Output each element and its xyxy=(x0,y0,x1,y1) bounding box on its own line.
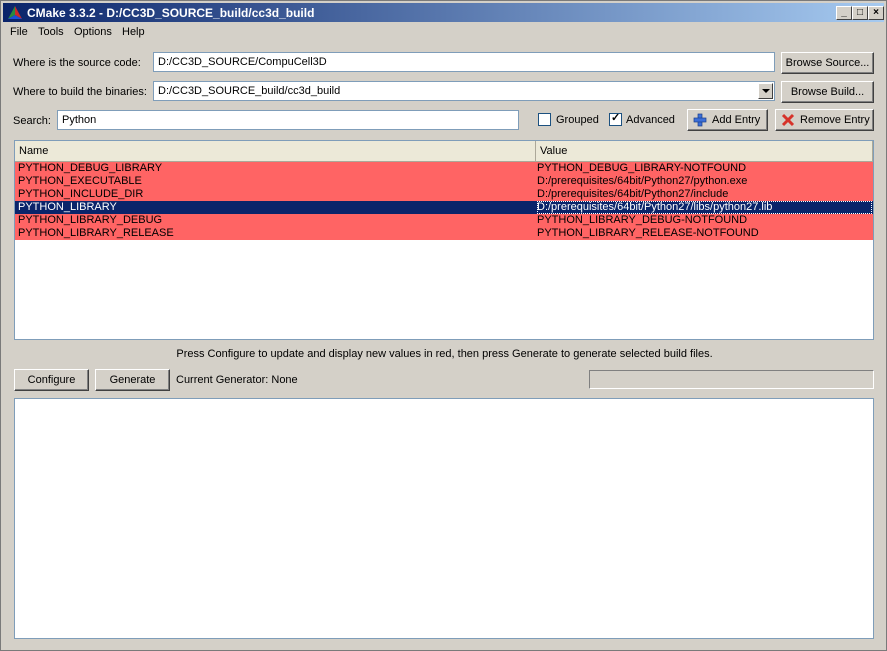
minimize-button[interactable]: _ xyxy=(836,6,852,20)
table-row[interactable]: PYTHON_INCLUDE_DIR D:/prerequisites/64bit… xyxy=(15,188,873,201)
configure-hint: Press Configure to update and display ne… xyxy=(176,348,713,360)
column-header-value[interactable]: Value xyxy=(536,141,873,161)
cell-name: PYTHON_INCLUDE_DIR xyxy=(18,188,144,200)
cell-value[interactable]: D:/prerequisites/64bit/Python27/libs/pyt… xyxy=(537,201,873,214)
cell-value[interactable]: PYTHON_LIBRARY_DEBUG-NOTFOUND xyxy=(537,214,747,227)
add-entry-label: Add Entry xyxy=(712,114,761,126)
grouped-checkbox[interactable] xyxy=(538,113,551,126)
menu-file[interactable]: File xyxy=(10,26,28,38)
output-log[interactable] xyxy=(14,398,874,639)
table-rows: PYTHON_DEBUG_LIBRARY PYTHON_DEBUG_LIBRARY… xyxy=(15,162,873,240)
cell-value[interactable]: D:/prerequisites/64bit/Python27/include xyxy=(537,188,728,201)
build-path-value: D:/CC3D_SOURCE_build/cc3d_build xyxy=(158,85,341,97)
cmake-logo-icon xyxy=(8,6,22,19)
search-input[interactable]: Python xyxy=(57,110,519,130)
configure-button[interactable]: Configure xyxy=(14,369,89,391)
progress-bar xyxy=(589,370,874,389)
browse-build-button[interactable]: Browse Build... xyxy=(781,81,874,103)
search-label: Search: xyxy=(13,115,51,127)
table-row[interactable]: PYTHON_EXECUTABLE D:/prerequisites/64bit/… xyxy=(15,175,873,188)
menu-help[interactable]: Help xyxy=(122,26,145,38)
cell-name: PYTHON_LIBRARY_DEBUG xyxy=(18,214,163,226)
current-generator-label: Current Generator: None xyxy=(176,374,298,386)
maximize-button[interactable]: □ xyxy=(852,6,868,20)
window-title: CMake 3.3.2 - D:/CC3D_SOURCE_build/cc3d_… xyxy=(27,6,315,20)
cache-entries-table[interactable]: Name Value PYTHON_DEBUG_LIBRARY PYTHON_DE… xyxy=(14,140,874,340)
column-header-name[interactable]: Name xyxy=(15,141,536,161)
table-row[interactable]: PYTHON_LIBRARY D:/prerequisites/64bit/Pyt… xyxy=(15,201,873,214)
table-row[interactable]: PYTHON_LIBRARY_RELEASE PYTHON_LIBRARY_REL… xyxy=(15,227,873,240)
build-label: Where to build the binaries: xyxy=(13,86,147,98)
menu-options[interactable]: Options xyxy=(74,26,112,38)
plus-icon xyxy=(693,113,707,127)
advanced-label: Advanced xyxy=(626,114,675,126)
cell-value[interactable]: D:/prerequisites/64bit/Python27/python.e… xyxy=(537,175,747,188)
cmake-window: CMake 3.3.2 - D:/CC3D_SOURCE_build/cc3d_… xyxy=(0,0,887,651)
table-header: Name Value xyxy=(15,141,873,162)
browse-source-button[interactable]: Browse Source... xyxy=(781,52,874,74)
table-row[interactable]: PYTHON_DEBUG_LIBRARY PYTHON_DEBUG_LIBRARY… xyxy=(15,162,873,175)
cell-name: PYTHON_LIBRARY xyxy=(18,201,117,213)
red-x-icon xyxy=(781,113,795,127)
remove-entry-label: Remove Entry xyxy=(800,114,870,126)
cell-name: PYTHON_LIBRARY_RELEASE xyxy=(18,227,174,239)
cell-name: PYTHON_EXECUTABLE xyxy=(18,175,142,187)
grouped-label: Grouped xyxy=(556,114,599,126)
cell-name: PYTHON_DEBUG_LIBRARY xyxy=(18,162,163,174)
generate-button[interactable]: Generate xyxy=(95,369,170,391)
remove-entry-button[interactable]: Remove Entry xyxy=(775,109,874,131)
checkmark-icon: ✓ xyxy=(611,112,621,124)
add-entry-button[interactable]: Add Entry xyxy=(687,109,768,131)
menu-tools[interactable]: Tools xyxy=(38,26,64,38)
source-path-input[interactable]: D:/CC3D_SOURCE/CompuCell3D xyxy=(153,52,775,72)
cell-value[interactable]: PYTHON_LIBRARY_RELEASE-NOTFOUND xyxy=(537,227,759,240)
dropdown-arrow-icon[interactable] xyxy=(758,83,773,99)
advanced-checkbox[interactable]: ✓ xyxy=(609,112,622,126)
table-row[interactable]: PYTHON_LIBRARY_DEBUG PYTHON_LIBRARY_DEBUG… xyxy=(15,214,873,227)
close-button[interactable]: × xyxy=(868,6,884,20)
source-label: Where is the source code: xyxy=(13,57,141,69)
cell-value[interactable]: PYTHON_DEBUG_LIBRARY-NOTFOUND xyxy=(537,162,746,175)
title-bar[interactable]: CMake 3.3.2 - D:/CC3D_SOURCE_build/cc3d_… xyxy=(3,3,884,22)
build-path-combobox[interactable]: D:/CC3D_SOURCE_build/cc3d_build xyxy=(153,81,775,101)
